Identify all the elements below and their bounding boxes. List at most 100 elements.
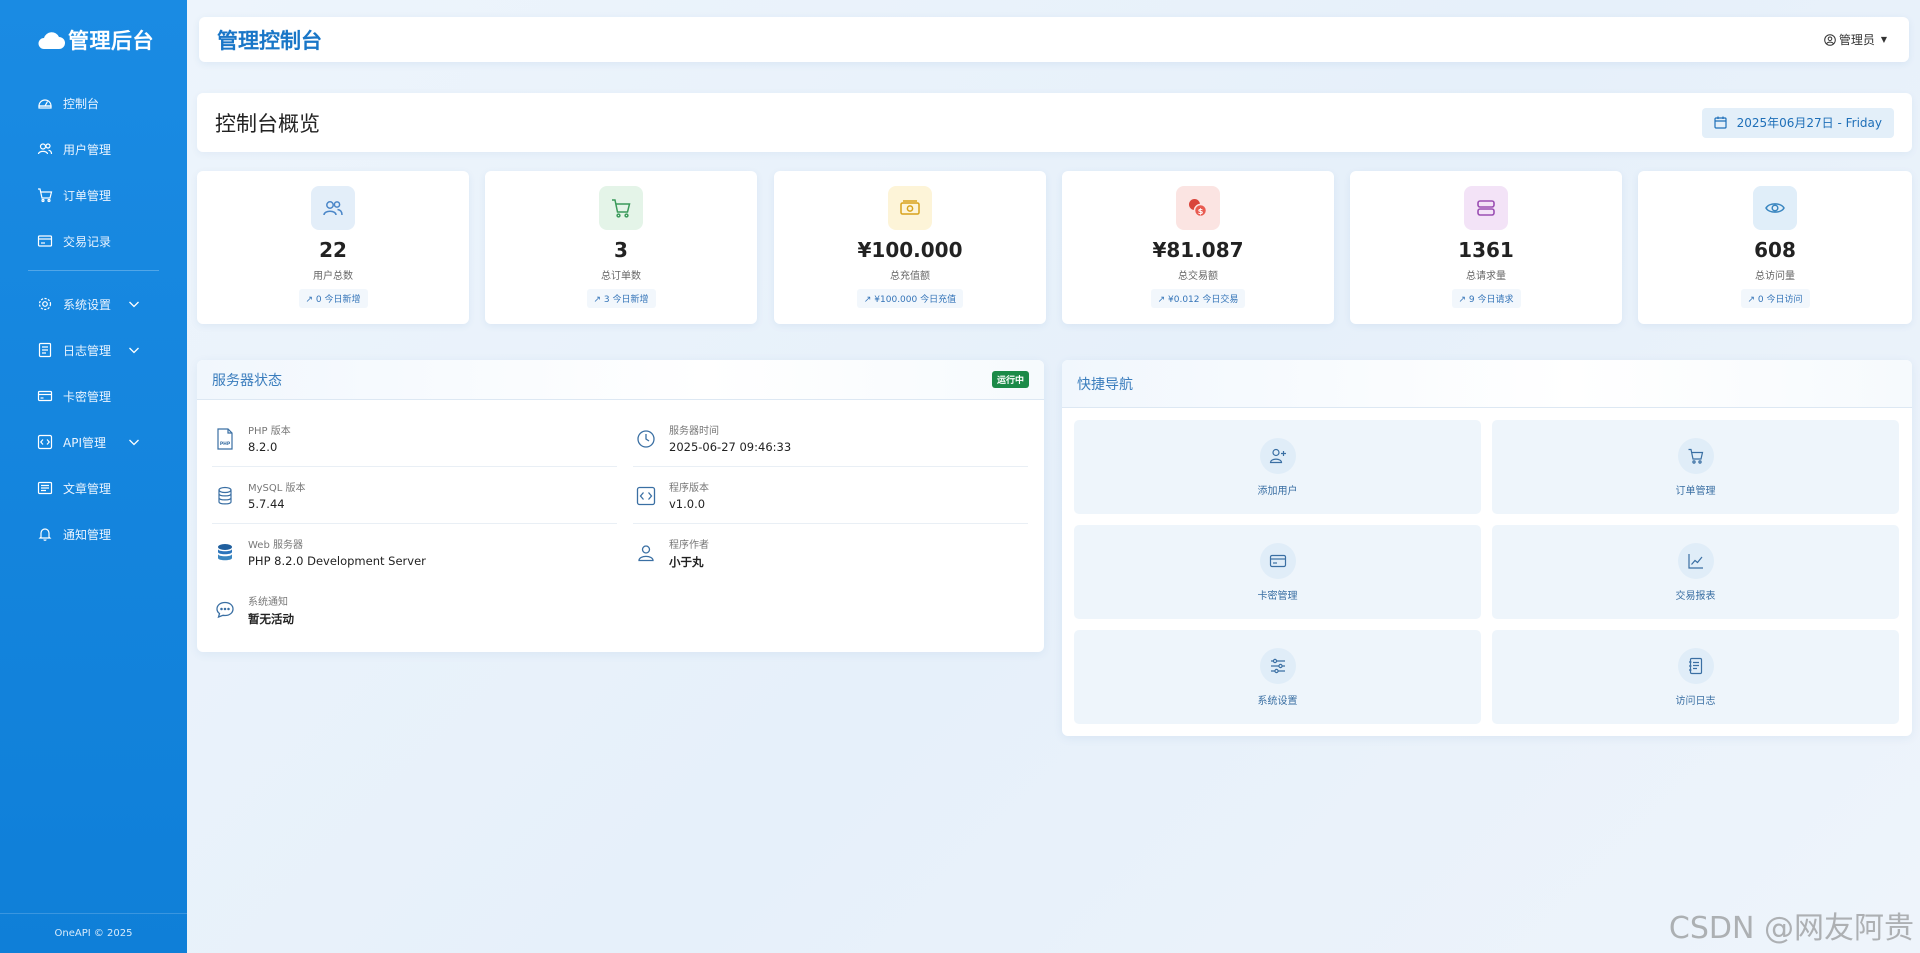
stat-trend: ↗ ¥100.000 今日充值 [856,289,964,308]
quick-tile-add-user[interactable]: 添加用户 [1074,420,1481,514]
journal-icon [1677,648,1714,684]
stat-label: 用户总数 [313,271,353,282]
cart-icon [612,199,631,218]
info-value: PHP 8.2.0 Development Server [248,554,426,568]
sidebar-item-settings[interactable]: 系统设置 [0,281,187,327]
php-icon: PHP [212,426,238,452]
stat-icon-box [599,186,643,230]
topbar: 管理控制台 管理员 ▼ [199,17,1909,62]
chevron-down-icon [129,439,139,446]
chevron-down-icon [129,347,139,354]
info-php-version: PHP PHP 版本 8.2.0 [212,422,291,472]
date-badge: 2025年06月27日 - Friday [1701,107,1894,138]
info-label: PHP 版本 [248,426,291,437]
stat-trend: ↗ ¥0.012 今日交易 [1150,289,1246,308]
sidebar-item-api[interactable]: API管理 [0,419,187,465]
quick-tile-settings[interactable]: 系统设置 [1074,630,1481,724]
stat-label: 总访问量 [1755,271,1795,282]
sidebar-item-articles[interactable]: 文章管理 [0,465,187,511]
topbar-title: 管理控制台 [217,28,322,53]
info-app-version: 程序版本 v1.0.0 [633,479,709,529]
user-circle-icon [1824,33,1836,46]
caret-down-icon: ▼ [1880,35,1887,44]
clock-icon [633,426,659,452]
sidebar-item-dashboard[interactable]: 控制台 [0,80,187,126]
cart-icon [1677,438,1714,474]
users-icon [323,201,343,216]
info-label: 程序版本 [669,483,709,494]
stat-card-transactions: $ ¥81.087 总交易额 ↗ ¥0.012 今日交易 [1062,171,1334,324]
quick-tile-access-logs[interactable]: 访问日志 [1492,630,1899,724]
money-icon [900,200,920,215]
sidebar-item-label: 日志管理 [63,343,112,358]
info-label: 服务器时间 [669,426,719,437]
date-text: 2025年06月27日 - Friday [1736,116,1882,130]
article-icon [37,480,53,496]
info-value: v1.0.0 [669,497,706,511]
sidebar-item-cards[interactable]: 卡密管理 [0,373,187,419]
brand[interactable]: 管理后台 [0,0,187,80]
page-title: 控制台概览 [215,111,320,136]
sidebar-item-label: 通知管理 [63,527,112,542]
stat-trend: ↗ 0 今日新增 [298,289,368,308]
info-author: 程序作者 小于丸 [633,536,709,586]
stat-value: ¥100.000 [857,238,963,262]
stat-value: 1361 [1458,238,1514,262]
sidebar-item-label: 卡密管理 [63,389,112,404]
info-label: Web 服务器 [248,540,303,551]
cart-icon [37,187,53,203]
users-icon [37,141,53,157]
eye-icon [1765,203,1785,213]
stat-label: 总请求量 [1466,271,1506,282]
sidebar-nav: 控制台 用户管理 订单管理 交易记录 系统设置 日志管理 卡密管理 API管理 … [0,80,187,557]
info-value: 小于丸 [669,555,704,569]
transaction-icon [37,233,53,249]
stat-icon-box [1464,186,1508,230]
sidebar-item-orders[interactable]: 订单管理 [0,172,187,218]
info-value: 2025-06-27 09:46:33 [669,440,792,454]
quick-tile-orders[interactable]: 订单管理 [1492,420,1899,514]
info-label: 系统通知 [248,597,288,608]
stat-value: 22 [319,238,347,262]
api-icon [37,434,53,450]
cloud-icon [38,32,65,49]
quick-tile-label: 系统设置 [1257,696,1298,707]
stat-card-orders: 3 总订单数 ↗ 3 今日新增 [485,171,757,324]
quick-tile-label: 访问日志 [1675,696,1716,707]
stat-label: 总充值额 [890,271,930,282]
stat-value: 608 [1754,238,1796,262]
quick-tile-cards[interactable]: 卡密管理 [1074,525,1481,619]
stat-trend: ↗ 0 今日访问 [1740,289,1810,308]
panel-header: 服务器状态 运行中 [197,360,1044,400]
stat-label: 总交易额 [1178,271,1218,282]
server-status-panel: 服务器状态 运行中 PHP PHP 版本 8.2.0 服务器时间 2025-06… [197,360,1044,652]
server-icon [1477,200,1495,216]
card-icon [37,388,53,404]
user-menu[interactable]: 管理员 ▼ [1824,31,1887,48]
quick-tile-label: 添加用户 [1257,486,1298,497]
divider [633,466,1028,467]
sidebar-item-label: API管理 [63,435,106,450]
stat-card-users: 22 用户总数 ↗ 0 今日新增 [197,171,469,324]
stat-card-visits: 608 总访问量 ↗ 0 今日访问 [1638,171,1912,324]
bell-icon [37,526,53,542]
stat-icon-box [1753,186,1797,230]
svg-text:$: $ [1198,207,1204,216]
calendar-icon [1713,116,1727,129]
sidebar: 管理后台 控制台 用户管理 订单管理 交易记录 系统设置 日志管理 卡密管理 A… [0,0,187,953]
quick-tile-reports[interactable]: 交易报表 [1492,525,1899,619]
panel-header: 快捷导航 [1062,360,1912,408]
sidebar-item-notifications[interactable]: 通知管理 [0,511,187,557]
panel-title: 快捷导航 [1077,376,1133,393]
sidebar-item-transactions[interactable]: 交易记录 [0,218,187,264]
info-value: 5.7.44 [248,497,285,511]
info-mysql-version: MySQL 版本 5.7.44 [212,479,306,529]
stat-value: 3 [614,238,628,262]
sliders-icon [1259,648,1296,684]
sidebar-item-users[interactable]: 用户管理 [0,126,187,172]
quick-tile-label: 订单管理 [1675,486,1716,497]
sidebar-item-label: 系统设置 [63,297,112,312]
page-header: 控制台概览 2025年06月27日 - Friday [197,93,1912,152]
info-label: MySQL 版本 [248,483,306,494]
sidebar-item-logs[interactable]: 日志管理 [0,327,187,373]
